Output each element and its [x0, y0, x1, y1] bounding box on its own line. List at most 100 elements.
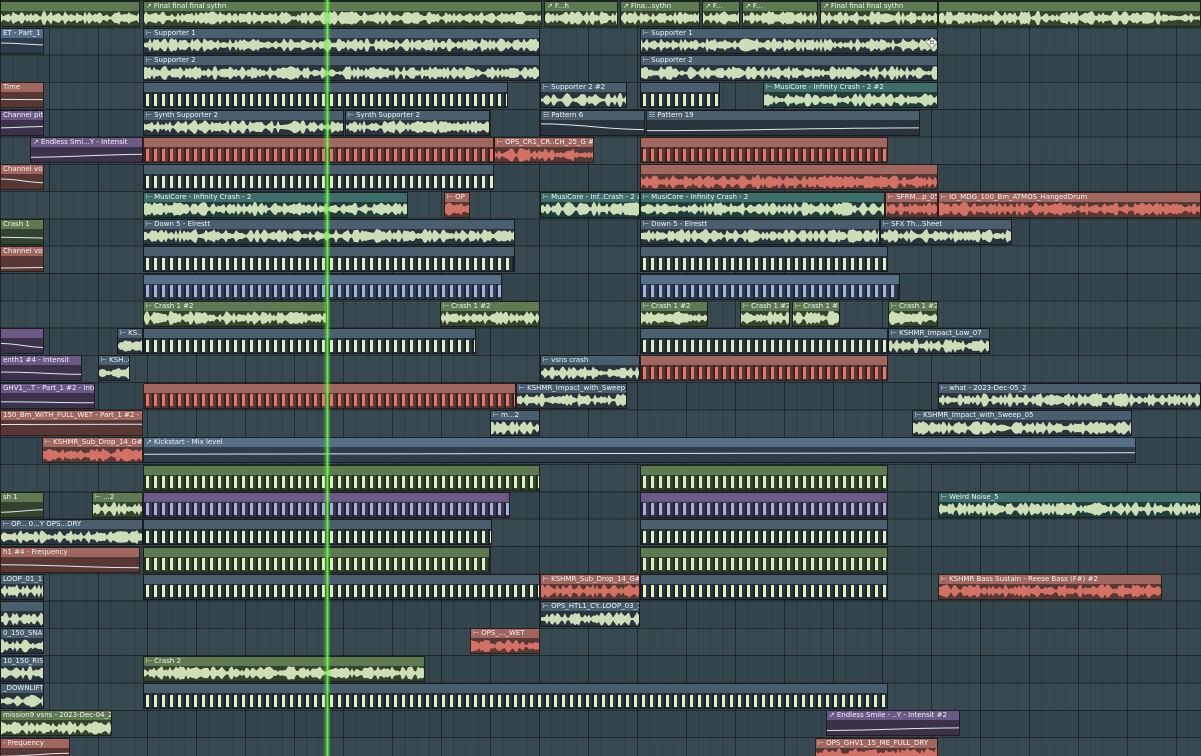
pattern-clip[interactable] [143, 328, 476, 355]
clip-menu-icon[interactable]: ⊢ [146, 220, 152, 228]
audio-clip[interactable]: ⊢ OPS_GHV1_15_ME_FULL_DRY [815, 737, 938, 756]
audio-clip[interactable] [0, 601, 44, 628]
clip-header[interactable]: _DOWNLIFTER [1, 684, 43, 693]
clip-header[interactable]: ☷ Pattern 19 [647, 110, 919, 120]
audio-clip[interactable]: ⊢ Weird Noise_5 [938, 491, 1201, 518]
automation-icon[interactable]: ↗ [745, 2, 751, 10]
clip-menu-icon[interactable]: ⊢ [643, 29, 649, 37]
clip-header[interactable]: ⊢ SFX Th...Sheet [881, 219, 1011, 229]
clip-header[interactable]: ⊢KSH..4 [99, 356, 129, 366]
clip-header[interactable]: LOOP_01_150 [1, 574, 43, 584]
clip-header[interactable]: ⊢ KSHMR_Impact_Low_07 [889, 329, 989, 339]
audio-clip[interactable]: ⊢ Synth Supporter 2 [345, 109, 490, 136]
pattern-clip[interactable] [143, 683, 888, 709]
clip-menu-icon[interactable]: ⊢ [766, 83, 772, 91]
clip-menu-icon[interactable]: ⊢ [146, 657, 152, 665]
pattern-clip[interactable] [143, 546, 490, 573]
clip-header[interactable]: ⊢ Crash 1 #2 [641, 301, 707, 311]
clip-header[interactable]: ⊢ Supporter 2 #2 [541, 83, 626, 93]
automation-clip[interactable]: Channel pitch [0, 109, 44, 136]
audio-clip[interactable]: ↗ Final final final sythn [820, 0, 938, 27]
clip-header[interactable]: ⊢ OP... 0...Y OPS...DRY [1, 520, 142, 530]
clip-header[interactable] [1, 1, 139, 11]
audio-clip[interactable]: ⊢ OPS_..._WET [470, 628, 540, 655]
audio-clip[interactable]: ⊢ Supporter 2 [640, 55, 938, 82]
clip-header[interactable] [144, 547, 489, 557]
automation-clip[interactable]: ☷ Pattern 19 [646, 109, 920, 136]
audio-clip[interactable]: ⊢ Crash 1 #2 [740, 300, 790, 327]
clip-header[interactable]: ⊢ m...2 [491, 411, 539, 420]
audio-clip[interactable]: ⊢ Crash 1 #2 [440, 300, 540, 327]
clip-header[interactable] [641, 165, 937, 175]
clip-menu-icon[interactable]: ⊢ [883, 220, 889, 228]
audio-clip[interactable]: LOOP_01_150 [0, 573, 44, 600]
clip-menu-icon[interactable]: ⊢ [891, 302, 897, 310]
clip-header[interactable]: ⊢ MusiCore - Inf..Crash - 2 #2 [541, 192, 639, 202]
clip-header[interactable] [641, 274, 899, 284]
clip-menu-icon[interactable]: ⊢ [643, 56, 649, 64]
clip-menu-icon[interactable]: ⊢ [643, 302, 649, 310]
audio-clip[interactable] [0, 0, 140, 27]
clip-header[interactable]: ⊢ KSHMR_Sub_Drop_14_G# [43, 438, 142, 448]
automation-icon[interactable]: ↗ [146, 2, 152, 10]
pattern-clip[interactable] [143, 519, 492, 546]
clip-header[interactable]: ⊢ Supporter 2 [144, 56, 539, 66]
clip-menu-icon[interactable]: ⊢ [543, 575, 549, 583]
audio-clip[interactable]: ⊢ Down 5 - Elrestt [640, 218, 880, 245]
clip-header[interactable]: ⊢KSHMR_Impact_with_Sweep_05 [913, 411, 1131, 420]
clip-header[interactable] [641, 138, 887, 147]
audio-clip[interactable]: ⊢ SFX Th...Sheet [880, 218, 1012, 245]
audio-clip[interactable]: ⊢ Crash 1 #2 [792, 300, 840, 327]
audio-clip[interactable]: ⊢ KSHMR_Sub_Drop_14_G# [540, 573, 640, 600]
clip-menu-icon[interactable]: ⊢ [348, 111, 354, 119]
clip-menu-icon[interactable]: ⊢ [543, 356, 549, 364]
clip-header[interactable]: ↗ Final final final sythn [144, 1, 541, 11]
clip-header[interactable] [641, 492, 887, 502]
clip-menu-icon[interactable]: ⊢ [447, 193, 453, 201]
audio-clip[interactable]: ⊢ KSHMR Bass Sustain - Reese Bass (F#) #2 [938, 573, 1162, 600]
clip-header[interactable]: Crash 1 [1, 219, 43, 229]
clip-menu-icon[interactable]: ⊢ [146, 193, 152, 201]
clip-menu-icon[interactable]: ⊢ [643, 220, 649, 228]
audio-clip[interactable]: ⊢ vsns crash [540, 355, 640, 382]
audio-clip[interactable]: ⊢KSHMR_Impact_with_Sweep_05 [912, 410, 1132, 436]
clip-header[interactable] [939, 1, 1200, 11]
pattern-clip[interactable] [640, 137, 888, 163]
audio-clip[interactable] [938, 0, 1201, 27]
pattern-clip[interactable] [640, 546, 888, 573]
pattern-clip[interactable] [640, 82, 720, 109]
clip-header[interactable]: ↗ Final final final sythn [821, 1, 937, 11]
automation-clip[interactable]: Channel volume [0, 246, 44, 273]
audio-clip[interactable]: ⊢ IO_MDG_100_Bm_ATMOS_HangedDrum [938, 191, 1201, 218]
clip-header[interactable]: ↗ Endless Smi...Y - Intensit [31, 138, 142, 147]
clip-header[interactable]: ⊢ Crash 1 #2 [144, 301, 326, 311]
clip-header[interactable]: sh 1 [1, 492, 43, 502]
clip-menu-icon[interactable]: ⊢ [3, 520, 9, 528]
clip-menu-icon[interactable]: ⊢ [519, 384, 525, 392]
pattern-clip[interactable] [640, 464, 888, 491]
clip-header[interactable] [641, 465, 887, 475]
automation-clip[interactable]: enth1 #4 - Intensit [0, 355, 82, 382]
clip-header[interactable]: ⊢ Supporter 1 [641, 28, 937, 38]
clip-menu-icon[interactable]: ⊢ [543, 83, 549, 91]
clip-menu-icon[interactable]: ⊢ [146, 29, 152, 37]
clip-header[interactable]: ⊢ Crash 1 #2 [741, 301, 789, 311]
audio-clip[interactable]: ⊢KSHMR_Impact_with_Sweep_05 [516, 382, 627, 409]
automation-icon[interactable]: ↗ [33, 138, 39, 146]
clip-header[interactable]: ⊢ Crash 1 #2 [793, 301, 839, 311]
clip-menu-icon[interactable]: ⊢ [543, 193, 549, 201]
clip-header[interactable] [144, 684, 887, 693]
clip-header[interactable]: mission9 vsns - 2023-Dec-04_2 [1, 711, 111, 721]
clip-header[interactable]: ⊢ Supporter 2 [641, 56, 937, 66]
clip-menu-icon[interactable]: ⊢ [443, 302, 449, 310]
clip-menu-icon[interactable]: ⊢ [818, 739, 824, 747]
automation-icon[interactable]: ↗ [823, 2, 829, 10]
clip-menu-icon[interactable]: ⊢ [95, 493, 101, 501]
audio-clip[interactable]: ↗ F... [742, 0, 818, 27]
clip-menu-icon[interactable]: ⊢ [915, 411, 921, 419]
clip-menu-icon[interactable]: ⊢ [795, 302, 801, 310]
clip-header[interactable] [641, 547, 887, 557]
clip-header[interactable]: ⊢ what - 2023-Dec-05_2 [939, 383, 1200, 393]
clip-header[interactable]: ⊢KSHMR_Impact_with_Sweep_05 [517, 383, 626, 393]
clip-header[interactable]: ⊢ MusiCore - Infinity Crash - 2 [144, 192, 407, 202]
